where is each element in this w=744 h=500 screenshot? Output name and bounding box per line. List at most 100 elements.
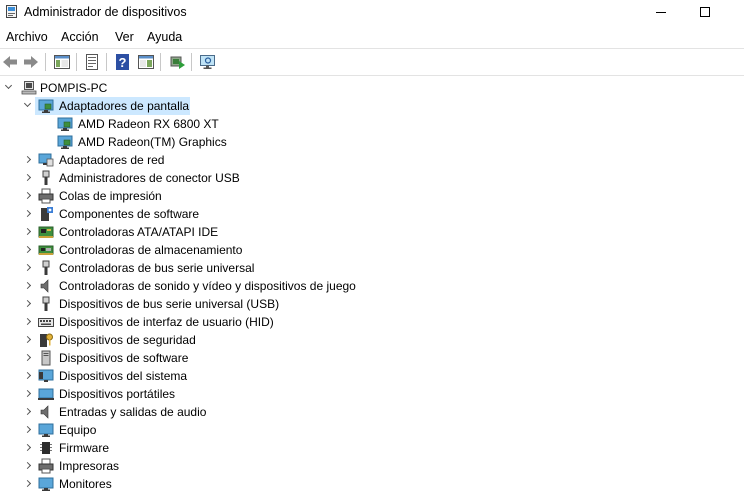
- toolbar-separator: [76, 53, 77, 71]
- tree-category-display-adapters[interactable]: Adaptadores de pantalla: [0, 97, 744, 115]
- display-adapter-icon: [38, 99, 54, 113]
- tree-category-usb-controllers[interactable]: Controladoras de bus serie universal: [0, 259, 744, 277]
- chevron-right-icon[interactable]: [22, 208, 34, 220]
- tree-category-software-components[interactable]: Componentes de software: [0, 205, 744, 223]
- maximize-icon[interactable]: [697, 4, 713, 20]
- usb-connector-icon: [42, 170, 50, 185]
- device-manager-app-icon: [6, 5, 17, 18]
- category-label: Dispositivos portátiles: [59, 387, 176, 401]
- category-label: Colas de impresión: [59, 189, 162, 203]
- category-label: Adaptadores de red: [59, 153, 165, 167]
- help-icon[interactable]: ?: [114, 53, 132, 71]
- category-label: Dispositivos de bus serie universal (USB…: [59, 297, 280, 311]
- software-device-icon: [41, 350, 51, 366]
- toolbar: ?: [0, 48, 744, 76]
- portable-device-icon: [38, 388, 54, 400]
- computer-icon: [21, 81, 37, 95]
- tree-category-security-devices[interactable]: Dispositivos de seguridad: [0, 331, 744, 349]
- chevron-right-icon[interactable]: [22, 154, 34, 166]
- tree-category-print-queues[interactable]: Colas de impresión: [0, 187, 744, 205]
- audio-icon: [40, 405, 49, 419]
- menu-accion[interactable]: Acción: [61, 30, 99, 44]
- chevron-right-icon[interactable]: [22, 280, 34, 292]
- update-driver-icon[interactable]: [168, 53, 186, 71]
- tree-category-network-adapters[interactable]: Adaptadores de red: [0, 151, 744, 169]
- chevron-right-icon[interactable]: [22, 262, 34, 274]
- chevron-down-icon[interactable]: [22, 100, 34, 112]
- chevron-down-icon[interactable]: [3, 82, 15, 94]
- chevron-right-icon[interactable]: [22, 406, 34, 418]
- tree-category-printers[interactable]: Impresoras: [0, 457, 744, 475]
- speaker-icon: [40, 279, 49, 293]
- display-adapter-icon: [57, 117, 73, 131]
- category-label: Administradores de conector USB: [59, 171, 240, 185]
- tree-category-monitors[interactable]: Monitores: [0, 475, 744, 493]
- tree-category-software-devices[interactable]: Dispositivos de software: [0, 349, 744, 367]
- menu-ayuda[interactable]: Ayuda: [147, 30, 182, 44]
- chevron-right-icon[interactable]: [22, 298, 34, 310]
- category-label: Dispositivos del sistema: [59, 369, 188, 383]
- tree-category-firmware[interactable]: Firmware: [0, 439, 744, 457]
- tree-category-sound-video-game[interactable]: Controladoras de sonido y vídeo y dispos…: [0, 277, 744, 295]
- menu-ver[interactable]: Ver: [115, 30, 134, 44]
- monitor-icon: [38, 477, 54, 491]
- toolbar-separator: [45, 53, 46, 71]
- properties-icon[interactable]: [83, 53, 101, 71]
- action-pane-icon[interactable]: [137, 53, 155, 71]
- tree-root-label: POMPIS-PC: [40, 81, 108, 95]
- chevron-right-icon[interactable]: [22, 226, 34, 238]
- usb-device-icon: [42, 296, 50, 311]
- tree-category-usb-connector-managers[interactable]: Administradores de conector USB: [0, 169, 744, 187]
- keyboard-icon: [38, 318, 54, 327]
- category-label: Dispositivos de interfaz de usuario (HID…: [59, 315, 274, 329]
- tree-category-system-devices[interactable]: Dispositivos del sistema: [0, 367, 744, 385]
- tree-category-computer[interactable]: Equipo: [0, 421, 744, 439]
- chevron-right-icon[interactable]: [22, 460, 34, 472]
- category-label: Monitores: [59, 477, 112, 491]
- category-label: Controladoras de almacenamiento: [59, 243, 243, 257]
- toolbar-separator: [106, 53, 107, 71]
- window-title: Administrador de dispositivos: [24, 5, 187, 19]
- toolbar-separator: [191, 53, 192, 71]
- tree-device-amd-radeon-graphics[interactable]: AMD Radeon(TM) Graphics: [0, 133, 744, 151]
- minimize-icon[interactable]: [653, 4, 669, 20]
- tree-category-storage-controllers[interactable]: Controladoras de almacenamiento: [0, 241, 744, 259]
- category-label: Equipo: [59, 423, 97, 437]
- tree-category-audio-inputs-outputs[interactable]: Entradas y salidas de audio: [0, 403, 744, 421]
- category-label: Entradas y salidas de audio: [59, 405, 207, 419]
- tree-category-ata-atapi-controllers[interactable]: Controladoras ATA/ATAPI IDE: [0, 223, 744, 241]
- chevron-right-icon[interactable]: [22, 334, 34, 346]
- chevron-right-icon[interactable]: [22, 388, 34, 400]
- chevron-right-icon[interactable]: [22, 478, 34, 490]
- chevron-right-icon[interactable]: [22, 370, 34, 382]
- category-label: Componentes de software: [59, 207, 200, 221]
- chevron-right-icon[interactable]: [22, 190, 34, 202]
- device-label: AMD Radeon RX 6800 XT: [78, 117, 219, 131]
- category-label: Controladoras de bus serie universal: [59, 261, 255, 275]
- chevron-right-icon[interactable]: [22, 316, 34, 328]
- printer-icon: [38, 458, 54, 474]
- toolbar-separator: [160, 53, 161, 71]
- chevron-right-icon[interactable]: [22, 352, 34, 364]
- category-label: Controladoras ATA/ATAPI IDE: [59, 225, 219, 239]
- svg-text:?: ?: [119, 55, 127, 70]
- tree-root[interactable]: POMPIS-PC: [0, 79, 744, 97]
- back-icon[interactable]: [1, 53, 19, 71]
- tree-device-amd-radeon-rx-6800-xt[interactable]: AMD Radeon RX 6800 XT: [0, 115, 744, 133]
- firmware-chip-icon: [40, 442, 52, 454]
- chevron-right-icon[interactable]: [22, 244, 34, 256]
- tree-category-hid[interactable]: Dispositivos de interfaz de usuario (HID…: [0, 313, 744, 331]
- tree-category-usb-devices[interactable]: Dispositivos de bus serie universal (USB…: [0, 295, 744, 313]
- tree-category-portable-devices[interactable]: Dispositivos portátiles: [0, 385, 744, 403]
- show-hide-console-tree-icon[interactable]: [53, 53, 71, 71]
- chevron-right-icon[interactable]: [22, 424, 34, 436]
- chevron-right-icon[interactable]: [22, 172, 34, 184]
- forward-icon[interactable]: [22, 53, 40, 71]
- menu-archivo[interactable]: Archivo: [6, 30, 48, 44]
- category-label: Firmware: [59, 441, 109, 455]
- scan-hardware-icon[interactable]: [199, 53, 217, 71]
- title-bar: Administrador de dispositivos: [0, 0, 744, 24]
- software-component-icon: [41, 207, 53, 221]
- device-label: AMD Radeon(TM) Graphics: [78, 135, 227, 149]
- chevron-right-icon[interactable]: [22, 442, 34, 454]
